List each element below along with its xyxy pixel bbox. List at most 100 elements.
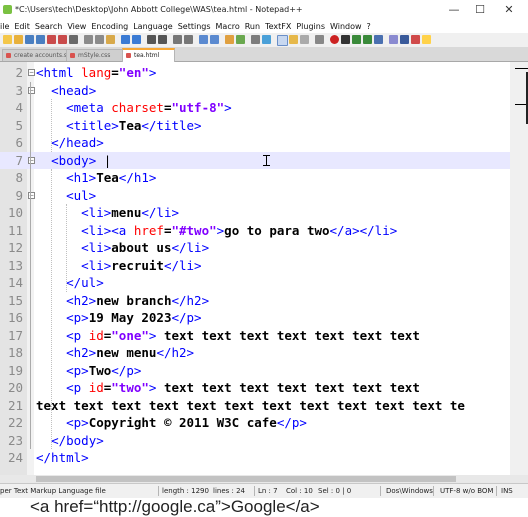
- new-file-icon[interactable]: [3, 35, 12, 44]
- code-token: about us: [111, 240, 172, 255]
- cut-icon[interactable]: [84, 35, 93, 44]
- code-line[interactable]: 16 <p>19 May 2023</p>: [0, 309, 510, 327]
- open-file-icon[interactable]: [14, 35, 23, 44]
- menu-settings[interactable]: Settings: [178, 20, 211, 33]
- menu-plugins[interactable]: Plugins: [296, 20, 325, 33]
- find-icon[interactable]: [147, 35, 156, 44]
- sync-scroll-h-icon[interactable]: [210, 35, 219, 44]
- code-line[interactable]: 13 <li>recruit</li>: [0, 257, 510, 275]
- code-line[interactable]: 11 <li><a href="#two">go to para two</a>…: [0, 222, 510, 240]
- code-text: <p id="one"> text text text text text te…: [36, 327, 420, 345]
- horizontal-scrollbar[interactable]: [0, 475, 528, 483]
- code-line[interactable]: 9 <ul>: [0, 187, 510, 205]
- plugin-icon-2[interactable]: [400, 35, 409, 44]
- code-text: <html lang="en">: [36, 64, 156, 82]
- code-line[interactable]: 2 <html lang="en">: [0, 64, 510, 82]
- code-editor[interactable]: 2 <html lang="en"> 3 <head> 4 <meta charset…: [0, 62, 510, 475]
- status-separator: [254, 486, 255, 496]
- close-button[interactable]: ✕: [499, 3, 519, 17]
- doc-map-icon[interactable]: [277, 35, 288, 46]
- code-line[interactable]: 14 </ul>: [0, 274, 510, 292]
- menu-file[interactable]: ile: [0, 20, 9, 33]
- code-text: <title>Tea</title>: [36, 117, 202, 135]
- replace-icon[interactable]: [158, 35, 167, 44]
- code-line[interactable]: 17 <p id="one"> text text text text text…: [0, 327, 510, 345]
- menu-view[interactable]: View: [67, 20, 86, 33]
- record-macro-icon[interactable]: [330, 35, 339, 44]
- save-icon[interactable]: [25, 35, 34, 44]
- code-line[interactable]: 8 <h1>Tea</h1>: [0, 169, 510, 187]
- code-line[interactable]: 6 </head>: [0, 134, 510, 152]
- menu-textfx[interactable]: TextFX: [265, 20, 291, 33]
- folder-workspace-icon[interactable]: [300, 35, 309, 44]
- stop-macro-icon[interactable]: [341, 35, 350, 44]
- code-text: <li>menu</li>: [36, 204, 179, 222]
- code-line[interactable]: 4 <meta charset="utf-8">: [0, 99, 510, 117]
- code-line[interactable]: 7 <body> |: [0, 151, 510, 169]
- plugin-icon-1[interactable]: [389, 35, 398, 44]
- horizontal-scroll-thumb[interactable]: [36, 476, 456, 482]
- code-token: </h1>: [118, 170, 157, 185]
- line-number: 22: [7, 415, 23, 430]
- menu-search[interactable]: Search: [35, 20, 62, 33]
- indent-guide-icon[interactable]: [251, 35, 260, 44]
- menu-help[interactable]: ?: [367, 20, 371, 33]
- plugin-icon-3[interactable]: [411, 35, 420, 44]
- line-number: 8: [15, 170, 23, 185]
- close-file-icon[interactable]: [47, 35, 56, 44]
- undo-icon[interactable]: [121, 35, 130, 44]
- print-icon[interactable]: [69, 35, 78, 44]
- code-line[interactable]: 23 </body>: [0, 432, 510, 450]
- user-lang-icon[interactable]: [262, 35, 271, 44]
- code-token: </title>: [141, 117, 202, 133]
- code-line[interactable]: 19 <p>Two</p>: [0, 362, 510, 380]
- code-line[interactable]: 15 <h2>new branch</h2>: [0, 292, 510, 310]
- close-all-icon[interactable]: [58, 35, 67, 44]
- code-line[interactable]: 24 </html>: [0, 449, 510, 467]
- zoom-out-icon[interactable]: [184, 35, 193, 44]
- status-line-number: Ln : 7: [258, 487, 278, 495]
- tab-tea-html[interactable]: tea.html: [122, 48, 175, 62]
- run-macro-multiple-icon[interactable]: [363, 35, 372, 44]
- code-token: <p>: [66, 362, 89, 378]
- code-line[interactable]: 20 <p id="two"> text text text text text…: [0, 379, 510, 397]
- play-macro-icon[interactable]: [352, 35, 361, 44]
- vertical-scrollbar[interactable]: [510, 62, 528, 475]
- code-line[interactable]: 12 <li>about us</li>: [0, 239, 510, 257]
- code-token: </p>: [171, 310, 202, 325]
- minimize-button[interactable]: —: [444, 3, 464, 17]
- function-list-icon[interactable]: [289, 35, 298, 44]
- status-lines: lines : 24: [213, 487, 245, 495]
- menu-run[interactable]: Run: [245, 20, 260, 33]
- code-line[interactable]: 22 <p>Copyright © 2011 W3C cafe</p>: [0, 414, 510, 432]
- maximize-button[interactable]: ☐: [470, 3, 490, 17]
- line-number: 16: [7, 310, 23, 325]
- status-column: Col : 10: [286, 487, 313, 495]
- code-line[interactable]: 5 <title>Tea</title>: [0, 117, 510, 135]
- zoom-in-icon[interactable]: [173, 35, 182, 44]
- menu-macro[interactable]: Macro: [216, 20, 240, 33]
- menu-window[interactable]: Window: [330, 20, 362, 33]
- monitoring-icon[interactable]: [315, 35, 324, 44]
- code-token: charset: [111, 100, 164, 115]
- code-line[interactable]: 21 text text text text text text text tex…: [0, 397, 510, 415]
- code-line[interactable]: 3 <head>: [0, 82, 510, 100]
- menu-encoding[interactable]: Encoding: [91, 20, 128, 33]
- word-wrap-icon[interactable]: [225, 35, 234, 44]
- code-line[interactable]: 10 <li>menu</li>: [0, 204, 510, 222]
- paste-icon[interactable]: [106, 35, 115, 44]
- fold-toggle-icon[interactable]: −: [28, 69, 35, 76]
- menu-edit[interactable]: Edit: [14, 20, 30, 33]
- code-text: </body>: [36, 432, 104, 450]
- sync-scroll-v-icon[interactable]: [199, 35, 208, 44]
- show-all-chars-icon[interactable]: [236, 35, 245, 44]
- code-line[interactable]: 18 <h2>new menu</h2>: [0, 344, 510, 362]
- plugin-icon-4[interactable]: [422, 35, 431, 44]
- copy-icon[interactable]: [95, 35, 104, 44]
- save-all-icon[interactable]: [36, 35, 45, 44]
- redo-icon[interactable]: [132, 35, 141, 44]
- code-text: <p id="two"> text text text text text te…: [36, 379, 420, 397]
- code-token: >: [148, 65, 157, 80]
- save-macro-icon[interactable]: [374, 35, 383, 44]
- menu-language[interactable]: Language: [133, 20, 172, 33]
